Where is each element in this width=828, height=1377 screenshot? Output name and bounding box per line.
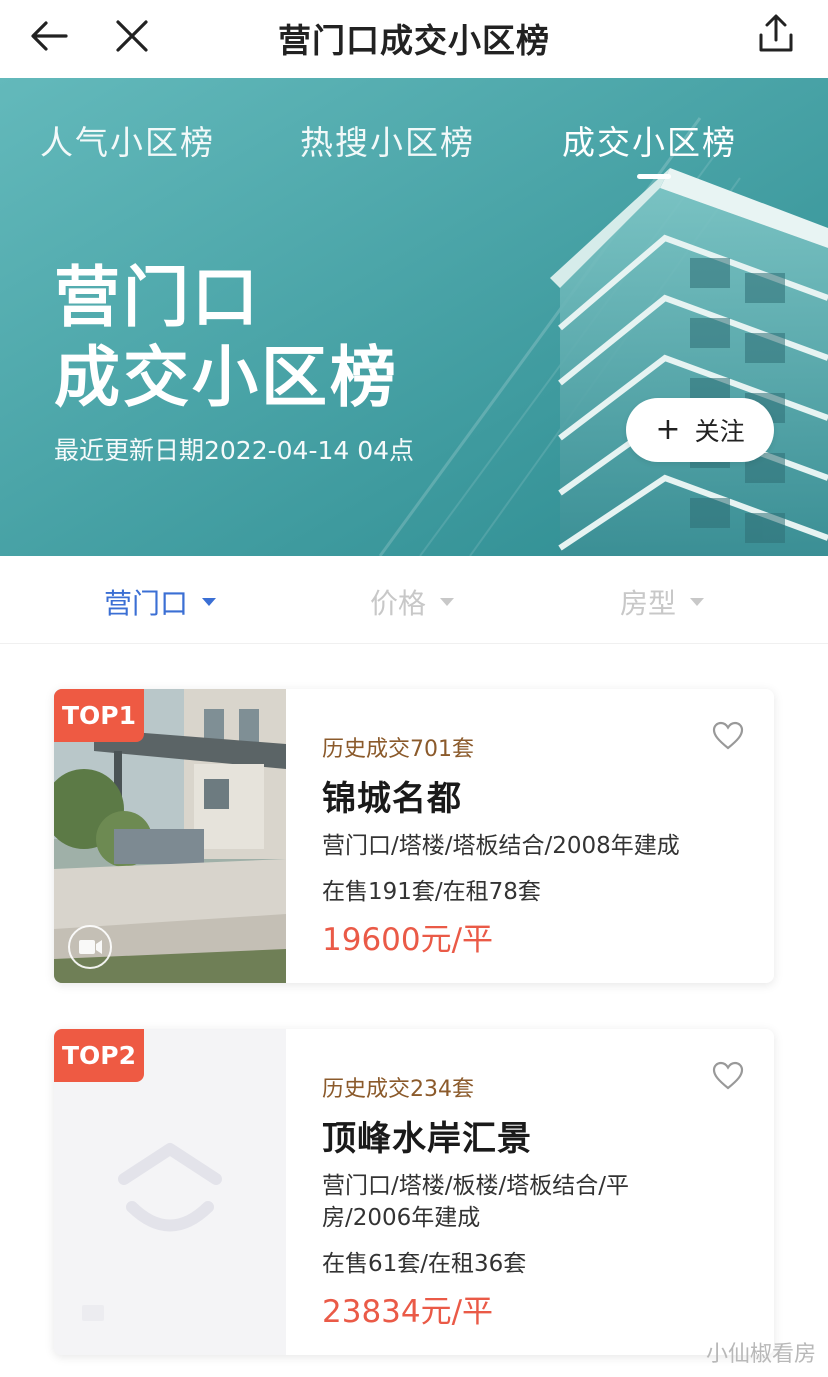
page-title: 营门口成交小区榜 [278, 21, 550, 60]
filter-price-label: 价格 [370, 587, 427, 620]
plus-icon: + [655, 412, 681, 447]
share-icon[interactable] [752, 10, 800, 58]
heart-icon[interactable] [712, 721, 744, 751]
tab-transactions[interactable]: 成交小区榜 [562, 116, 737, 164]
rank-badge: TOP1 [54, 689, 144, 742]
filter-bar: 营门口 价格 房型 [0, 556, 828, 644]
listing-card[interactable]: TOP1 历史成交701套 锦城名都 营门口/塔楼/塔板结合/2008年建成 在… [54, 689, 774, 983]
stock-info: 在售191套/在租78套 [322, 879, 541, 905]
watermark: 小仙椒看房 [705, 1342, 816, 1367]
caret-down-icon [690, 598, 705, 606]
update-date: 最近更新日期2022-04-14 04点 [54, 436, 415, 465]
price: 23834元/平 [322, 1294, 494, 1330]
filter-price[interactable]: 价格 [370, 582, 455, 622]
tab-popular[interactable]: 人气小区榜 [40, 116, 215, 164]
ranking-tabs: 人气小区榜 热搜小区榜 成交小区榜 [0, 116, 828, 186]
tab-hot-search[interactable]: 热搜小区榜 [300, 116, 475, 164]
listing-info: 历史成交234套 顶峰水岸汇景 营门口/塔楼/板楼/塔板结合/平房/2006年建… [322, 1071, 754, 1331]
active-tab-indicator [637, 174, 671, 179]
community-desc: 营门口/塔楼/塔板结合/2008年建成 [322, 833, 680, 859]
caret-down-icon [202, 598, 217, 606]
filter-layout-label: 房型 [620, 587, 677, 620]
filter-area-label: 营门口 [104, 587, 189, 620]
history-count: 历史成交234套 [322, 1077, 474, 1102]
follow-label: 关注 [694, 417, 745, 446]
listing-info: 历史成交701套 锦城名都 营门口/塔楼/塔板结合/2008年建成 在售191套… [322, 731, 754, 959]
community-name: 锦城名都 [322, 779, 462, 819]
caret-down-icon [440, 598, 455, 606]
top-nav-bar: 营门口成交小区榜 [0, 0, 828, 78]
filter-layout[interactable]: 房型 [620, 582, 705, 622]
stock-info: 在售61套/在租36套 [322, 1251, 527, 1277]
follow-button[interactable]: + 关注 [626, 398, 774, 462]
listing-card[interactable]: TOP2 历史成交234套 顶峰水岸汇景 营门口/塔楼/板楼/塔板结合/平房/2… [54, 1029, 774, 1355]
hero-title-line2: 成交小区榜 [54, 339, 399, 416]
hero-title-line1: 营门口 [54, 259, 261, 336]
community-desc: 营门口/塔楼/板楼/塔板结合/平房/2006年建成 [322, 1173, 629, 1231]
community-name: 顶峰水岸汇景 [322, 1119, 532, 1159]
price: 19600元/平 [322, 922, 494, 958]
hero-title: 营门口 成交小区榜 [54, 258, 399, 418]
filter-area[interactable]: 营门口 [104, 582, 217, 622]
video-icon[interactable] [68, 925, 112, 969]
heart-icon[interactable] [712, 1061, 744, 1091]
hero-banner: 人气小区榜 热搜小区榜 成交小区榜 营门口 成交小区榜 最近更新日期2022-0… [0, 78, 828, 556]
rank-badge: TOP2 [54, 1029, 144, 1082]
history-count: 历史成交701套 [322, 737, 474, 762]
